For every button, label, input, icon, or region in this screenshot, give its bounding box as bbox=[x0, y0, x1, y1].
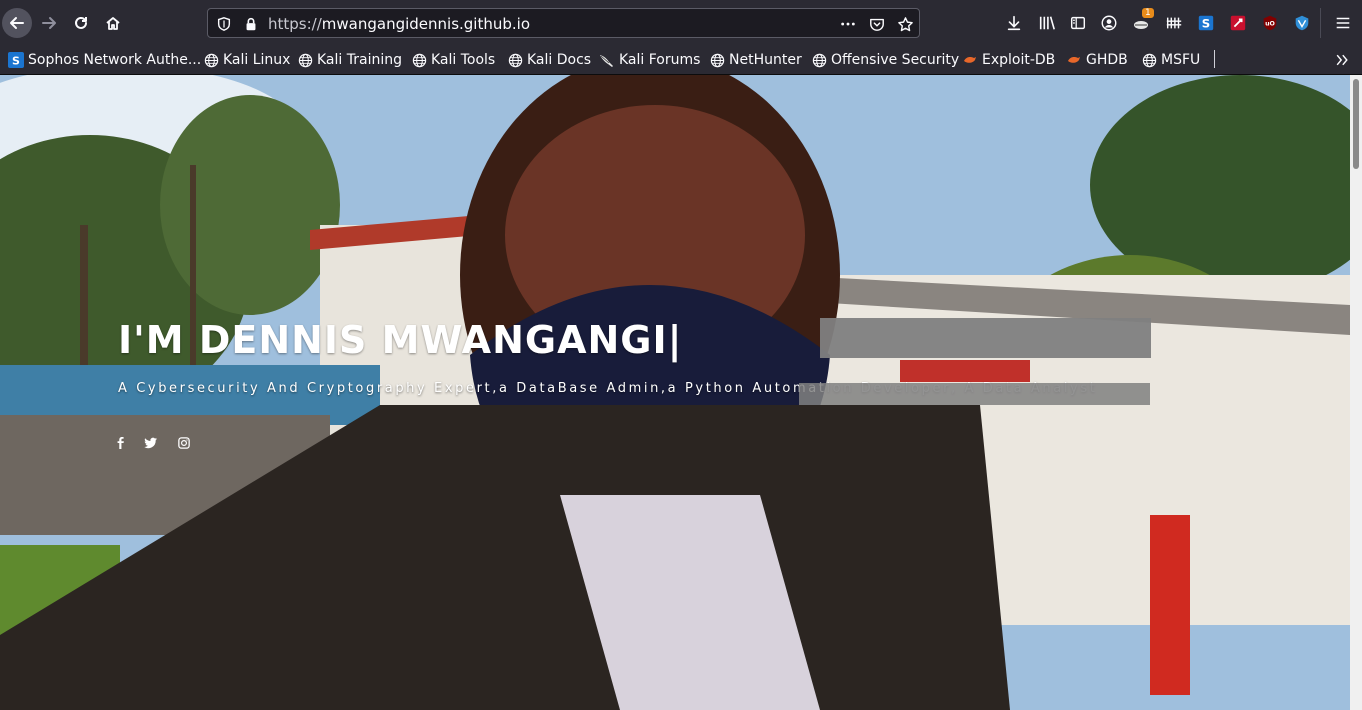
home-button[interactable] bbox=[98, 8, 128, 38]
globe-icon bbox=[709, 52, 725, 68]
sophos-extension-icon[interactable]: S bbox=[1196, 13, 1216, 33]
url-bar[interactable]: https://mwangangidennis.github.io bbox=[207, 8, 920, 38]
bookmark-label: Sophos Network Authe... bbox=[28, 52, 202, 68]
typing-highlight-box bbox=[820, 318, 1151, 358]
forward-button[interactable] bbox=[34, 8, 64, 38]
bookmark-kali-linux[interactable]: Kali Linux bbox=[203, 50, 290, 70]
hackbar-icon[interactable] bbox=[1164, 13, 1184, 33]
bookmark-label: Kali Training bbox=[317, 52, 402, 68]
lock-icon[interactable] bbox=[242, 15, 260, 33]
globe-icon bbox=[203, 52, 219, 68]
facebook-icon[interactable] bbox=[114, 436, 128, 450]
sidebar-icon[interactable] bbox=[1068, 13, 1088, 33]
extension-badge-count: 1 bbox=[1142, 8, 1154, 18]
bookmark-msfu[interactable]: MSFU bbox=[1141, 50, 1200, 70]
bookmark-kali-forums[interactable]: Kali Forums bbox=[599, 50, 700, 70]
subtitle-highlight-box bbox=[799, 383, 1150, 405]
account-icon[interactable] bbox=[1099, 13, 1119, 33]
svg-text:S: S bbox=[12, 55, 20, 68]
url-host: mwangangidennis.github.io bbox=[321, 15, 531, 33]
library-icon[interactable] bbox=[1037, 13, 1057, 33]
globe-icon bbox=[411, 52, 427, 68]
page-actions-icon[interactable] bbox=[839, 15, 857, 33]
bookmark-kali-docs[interactable]: Kali Docs bbox=[507, 50, 591, 70]
svg-text:S: S bbox=[1202, 17, 1210, 31]
sophos-icon: S bbox=[8, 52, 24, 68]
exploitdb-icon bbox=[962, 52, 978, 68]
bookmark-star-icon[interactable] bbox=[896, 15, 914, 33]
bookmark-label: GHDB bbox=[1086, 52, 1128, 68]
bookmark-label: NetHunter bbox=[729, 52, 802, 68]
exploitdb-icon bbox=[1066, 52, 1082, 68]
home-icon bbox=[106, 17, 120, 30]
ublock-origin-icon[interactable]: uO bbox=[1260, 13, 1280, 33]
pocket-icon[interactable] bbox=[868, 15, 886, 33]
bookmark-nethunter[interactable]: NetHunter bbox=[709, 50, 802, 70]
arrow-left-icon bbox=[10, 17, 24, 29]
url-text[interactable]: https://mwangangidennis.github.io bbox=[268, 15, 530, 33]
shield-extension-icon[interactable] bbox=[1292, 13, 1312, 33]
svg-text:uO: uO bbox=[1265, 21, 1275, 28]
download-icon[interactable] bbox=[1004, 13, 1024, 33]
bookmark-label: Kali Forums bbox=[619, 52, 701, 68]
cookie-editor-icon[interactable] bbox=[1228, 13, 1248, 33]
bookmark-offensive-security[interactable]: Offensive Security bbox=[811, 50, 959, 70]
browser-toolbar: https://mwangangidennis.github.io 1 S uO bbox=[0, 0, 1362, 45]
back-button[interactable] bbox=[2, 8, 32, 38]
globe-icon bbox=[811, 52, 827, 68]
bookmark-label: Kali Tools bbox=[431, 52, 496, 68]
hero-section: I'M DENNIS MWANGANGI| A Cybersecurity An… bbox=[0, 75, 1350, 710]
twitter-icon[interactable] bbox=[144, 436, 158, 450]
scrollbar-thumb[interactable] bbox=[1353, 79, 1359, 169]
bookmark-label: MSFU bbox=[1161, 52, 1201, 68]
reload-button[interactable] bbox=[66, 8, 96, 38]
arrow-right-icon bbox=[42, 17, 56, 29]
bookmark-label: Offensive Security bbox=[831, 52, 960, 68]
globe-icon bbox=[297, 52, 313, 68]
bookmark-label: Kali Docs bbox=[527, 52, 592, 68]
bookmark-sophos[interactable]: S Sophos Network Authe... bbox=[8, 50, 201, 70]
globe-icon bbox=[507, 52, 523, 68]
page-scrollbar[interactable] bbox=[1350, 75, 1362, 710]
toolbar-divider bbox=[1320, 8, 1321, 38]
bookmark-kali-training[interactable]: Kali Training bbox=[297, 50, 402, 70]
bookmark-exploit-db[interactable]: Exploit-DB bbox=[962, 50, 1055, 70]
globe-icon bbox=[1141, 52, 1157, 68]
reload-icon bbox=[75, 16, 87, 29]
bookmarks-separator bbox=[1214, 50, 1215, 68]
hero-title: I'M DENNIS MWANGANGI| bbox=[118, 318, 683, 362]
tracking-protection-icon[interactable] bbox=[215, 15, 233, 33]
bookmark-label: Exploit-DB bbox=[982, 52, 1056, 68]
bookmark-ghdb[interactable]: GHDB bbox=[1066, 50, 1128, 70]
instagram-icon[interactable] bbox=[177, 436, 191, 450]
bookmark-label: Kali Linux bbox=[223, 52, 291, 68]
url-scheme: https:// bbox=[268, 15, 322, 33]
extension-badge-icon[interactable]: 1 bbox=[1132, 8, 1154, 33]
bookmarks-toolbar: S Sophos Network Authe... Kali Linux Kal… bbox=[0, 45, 1362, 75]
hamburger-menu-icon[interactable] bbox=[1333, 13, 1353, 33]
bookmarks-overflow-chevron-icon[interactable] bbox=[1332, 50, 1352, 70]
bookmark-kali-tools[interactable]: Kali Tools bbox=[411, 50, 495, 70]
kali-dragon-icon bbox=[599, 52, 615, 68]
